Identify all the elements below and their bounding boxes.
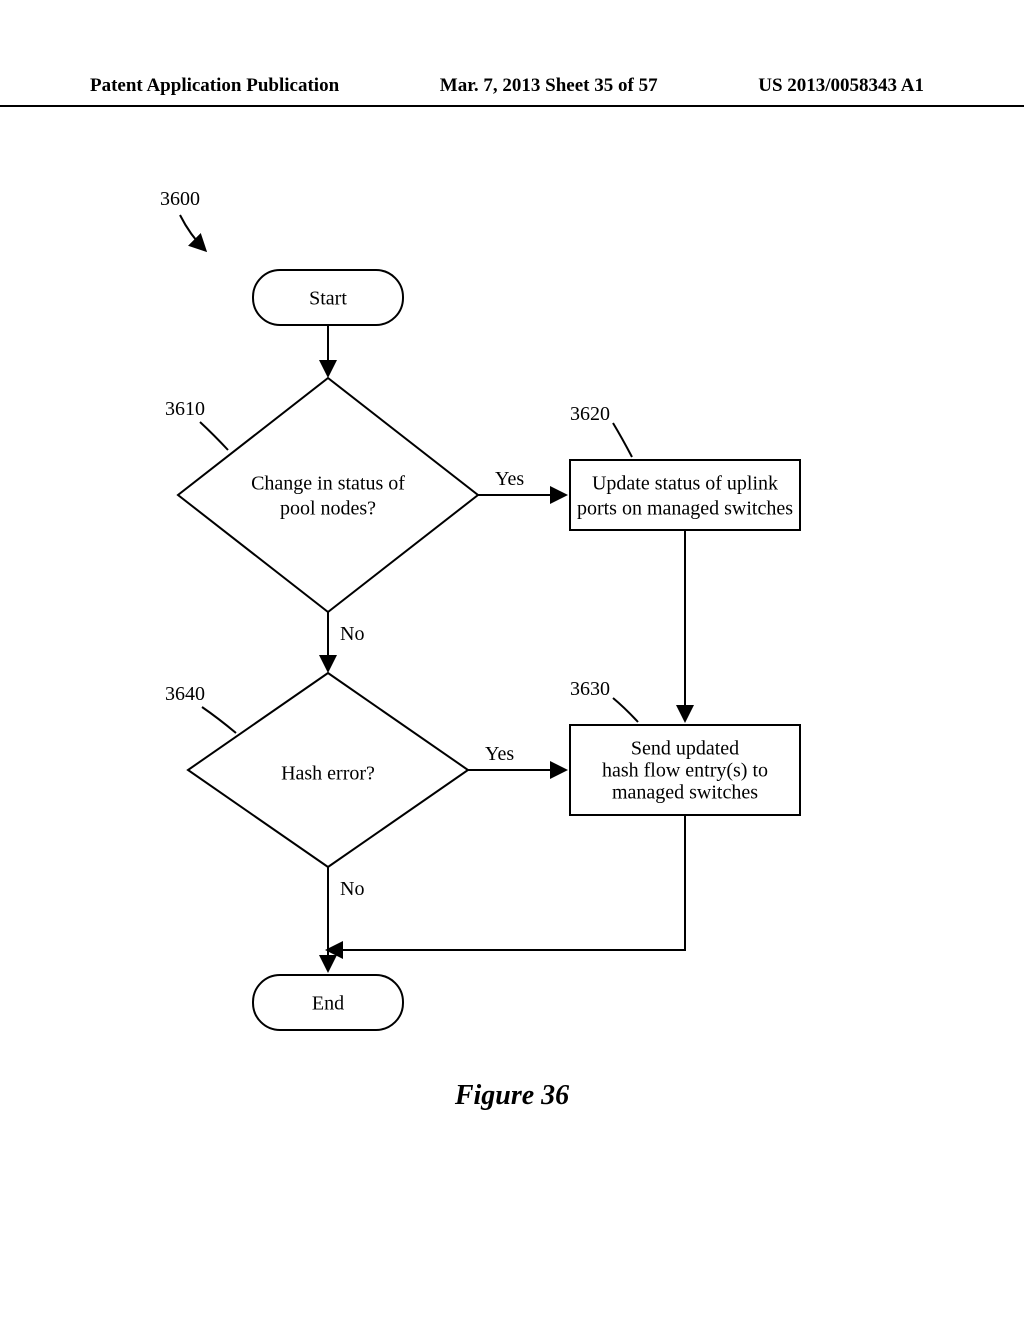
flowchart: 3600 Start Change in status of pool node… — [0, 160, 1024, 1160]
ref-p1: 3620 — [570, 403, 610, 425]
figure-caption: Figure 36 — [0, 1080, 1024, 1112]
d2-text: Hash error? — [281, 763, 375, 785]
edge-p2-merge — [328, 815, 685, 950]
decision-hash-error: Hash error? — [188, 673, 468, 867]
p2-line3: managed switches — [612, 782, 758, 804]
ref-main: 3600 — [160, 188, 200, 210]
process-update-uplink: Update status of uplink ports on managed… — [570, 460, 800, 530]
header-right: US 2013/0058343 A1 — [758, 75, 924, 97]
d1-line1: Change in status of — [251, 473, 405, 495]
ref-d1: 3610 — [165, 398, 205, 420]
header-left: Patent Application Publication — [90, 75, 339, 97]
start-terminator: Start — [253, 270, 403, 325]
process-send-hash: Send updated hash flow entry(s) to manag… — [570, 725, 800, 815]
p1-line2: ports on managed switches — [577, 498, 793, 520]
p2-line2: hash flow entry(s) to — [602, 760, 768, 782]
header-center: Mar. 7, 2013 Sheet 35 of 57 — [440, 75, 658, 97]
ref-d2: 3640 — [165, 683, 205, 705]
ref-p2-tick — [613, 698, 638, 722]
d1-no: No — [340, 623, 364, 645]
end-terminator: End — [253, 975, 403, 1030]
d2-no: No — [340, 878, 364, 900]
ref-main-arrow — [180, 215, 205, 250]
ref-d2-tick — [202, 707, 236, 733]
decision-pool-change: Change in status of pool nodes? — [178, 378, 478, 612]
d1-yes: Yes — [495, 468, 524, 490]
ref-p1-tick — [613, 423, 632, 457]
p1-line1: Update status of uplink — [592, 473, 778, 495]
page-header: Patent Application Publication Mar. 7, 2… — [0, 75, 1024, 107]
p2-line1: Send updated — [631, 738, 739, 760]
end-text: End — [312, 993, 344, 1015]
start-text: Start — [309, 288, 347, 310]
d1-line2: pool nodes? — [280, 498, 376, 520]
ref-d1-tick — [200, 422, 228, 450]
ref-p2: 3630 — [570, 678, 610, 700]
d2-yes: Yes — [485, 743, 514, 765]
